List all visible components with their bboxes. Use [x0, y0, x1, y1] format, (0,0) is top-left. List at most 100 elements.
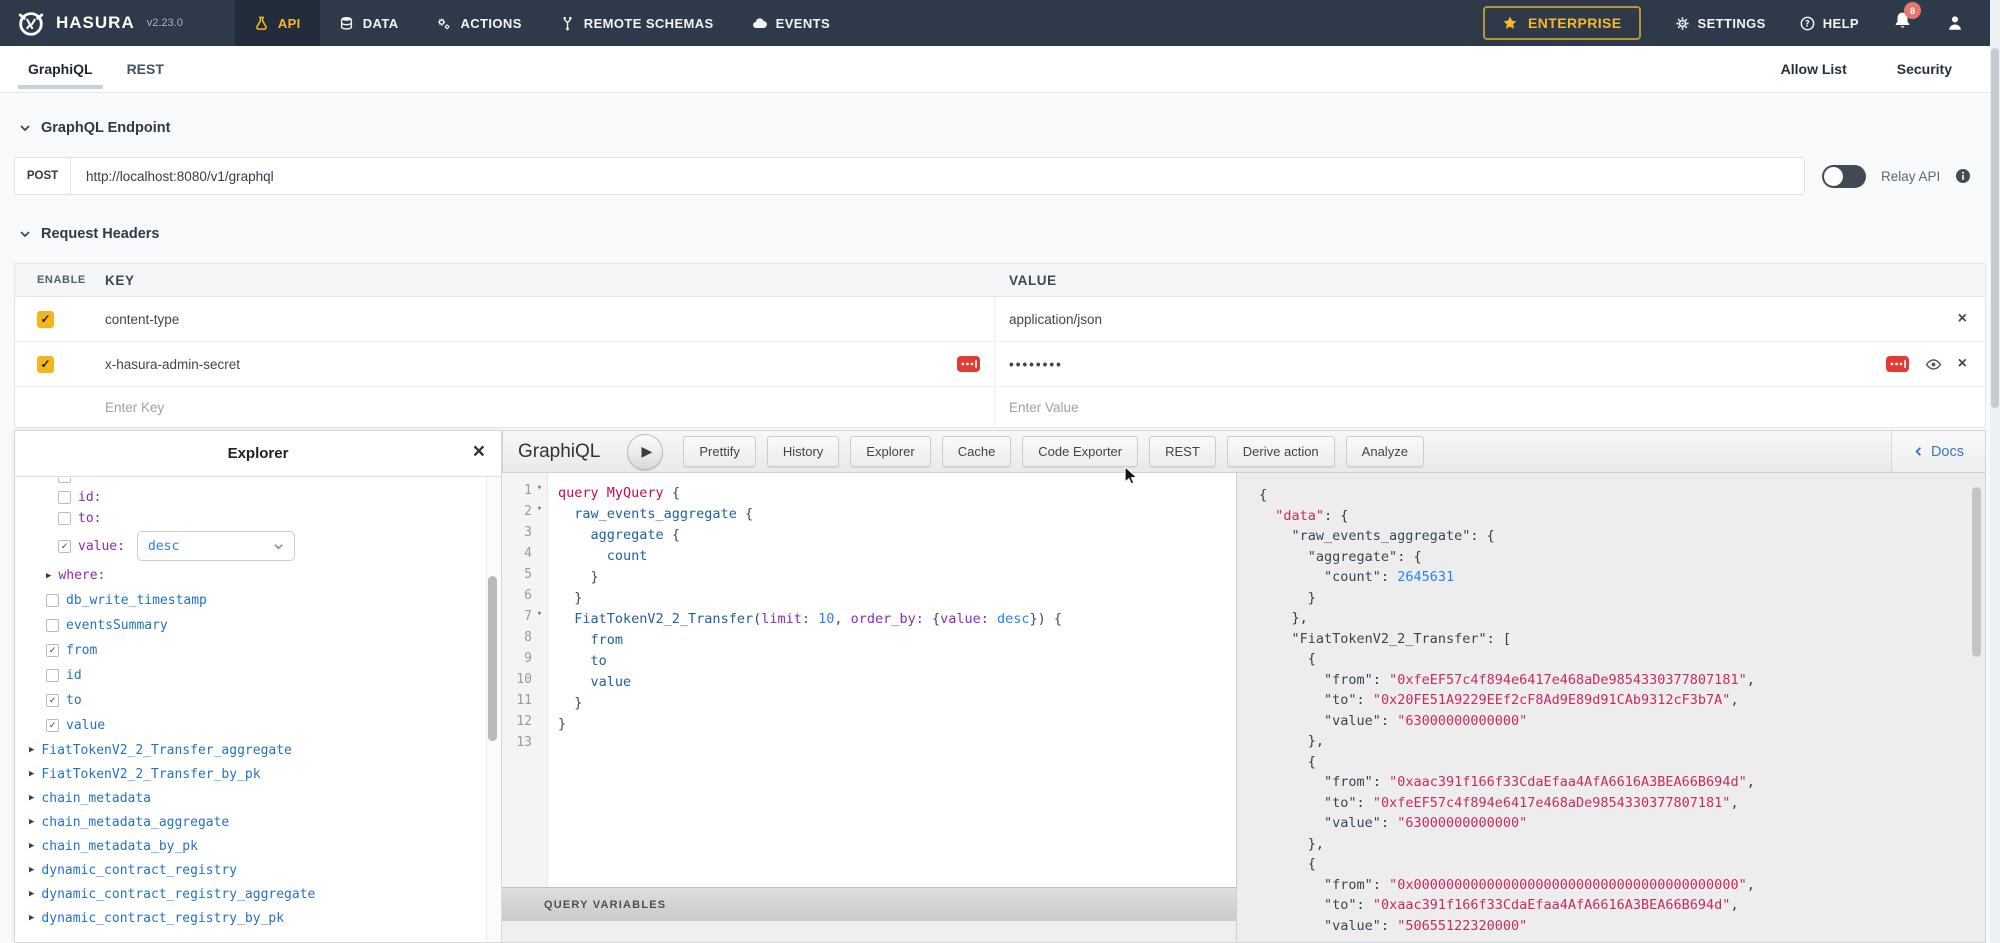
toolbar-button-code-exporter[interactable]: Code Exporter: [1022, 436, 1138, 467]
explorer-row-dynamic_contract_registry[interactable]: ▶dynamic_contract_registry: [15, 858, 485, 882]
explorer-row-id[interactable]: id:: [15, 487, 485, 508]
request-headers-header[interactable]: Request Headers: [0, 213, 2000, 242]
graphql-endpoint-header[interactable]: GraphQL Endpoint: [0, 93, 2000, 136]
expand-arrow-icon[interactable]: ▶: [29, 913, 34, 923]
relay-api-toggle[interactable]: [1822, 165, 1866, 188]
close-icon[interactable]: ×: [1958, 311, 1967, 327]
expand-arrow-icon[interactable]: ▶: [29, 745, 34, 755]
toolbar-button-analyze[interactable]: Analyze: [1346, 436, 1424, 467]
close-icon[interactable]: ×: [1958, 356, 1967, 372]
link-allow-list[interactable]: Allow List: [1781, 61, 1847, 77]
execute-query-button[interactable]: ▶: [627, 434, 663, 470]
nav-item-api[interactable]: API: [235, 0, 320, 46]
field-checkbox[interactable]: [46, 669, 59, 682]
key-cell[interactable]: content-type: [91, 297, 995, 341]
explorer-row-chain_metadata_by_pk[interactable]: ▶chain_metadata_by_pk: [15, 834, 485, 858]
expand-arrow-icon[interactable]: ▶: [29, 865, 34, 875]
toolbar-button-cache[interactable]: Cache: [942, 436, 1012, 467]
explorer-row-FiatTokenV2_2_Transfer_aggregate[interactable]: ▶FiatTokenV2_2_Transfer_aggregate: [15, 738, 485, 762]
link-security[interactable]: Security: [1897, 61, 1952, 77]
nav-item-events[interactable]: EVENTS: [733, 0, 849, 46]
close-icon[interactable]: ×: [473, 441, 485, 462]
explorer-row[interactable]: [15, 478, 485, 487]
query-editor[interactable]: 1▾2▾34567▾8910111213 query MyQuery { raw…: [502, 473, 1236, 942]
explorer-row-chain_metadata[interactable]: ▶chain_metadata: [15, 786, 485, 810]
value-cell[interactable]: ••••••••×: [995, 356, 1985, 373]
gears-icon: [436, 16, 451, 31]
line-number: 2▾: [502, 504, 547, 525]
chevron-down-icon: [19, 122, 31, 134]
value-cell[interactable]: application/json×: [995, 311, 1985, 327]
tab-graphiql[interactable]: GraphiQL: [24, 46, 97, 92]
field-checkbox[interactable]: ✓: [58, 540, 71, 553]
explorer-row-dynamic_contract_registry_aggregate[interactable]: ▶dynamic_contract_registry_aggregate: [15, 882, 485, 906]
field-checkbox[interactable]: ✓: [46, 644, 59, 657]
nav-item-remote-schemas[interactable]: REMOTE SCHEMAS: [541, 0, 733, 46]
field-checkbox[interactable]: [46, 619, 59, 632]
expand-arrow-icon[interactable]: ▶: [46, 571, 51, 581]
expand-arrow-icon[interactable]: ▶: [29, 817, 34, 827]
expand-arrow-icon[interactable]: ▶: [29, 769, 34, 779]
field-checkbox[interactable]: [58, 491, 71, 504]
toolbar-button-derive-action[interactable]: Derive action: [1227, 436, 1335, 467]
query-code-area[interactable]: 1▾2▾34567▾8910111213 query MyQuery { raw…: [502, 473, 1236, 887]
nav-right: ENTERPRISE SETTINGS ? HELP 8: [1483, 6, 1964, 40]
query-variables-editor[interactable]: [502, 921, 1236, 942]
explorer-row-to[interactable]: to:: [15, 508, 485, 529]
expand-arrow-icon[interactable]: ▶: [29, 793, 34, 803]
docs-button[interactable]: Docs: [1891, 431, 1985, 472]
toolbar-button-explorer[interactable]: Explorer: [850, 436, 930, 467]
value-cell[interactable]: Enter Value: [995, 400, 1985, 415]
explorer-row-db_write_timestamp[interactable]: db_write_timestamp: [15, 588, 485, 613]
field-checkbox[interactable]: ✓: [46, 694, 59, 707]
results-scrollbar-thumb[interactable]: [1972, 487, 1981, 657]
help-button[interactable]: ? HELP: [1800, 16, 1859, 31]
explorer-tree: id:to:✓value:desc▶where:db_write_timesta…: [15, 478, 485, 941]
settings-button[interactable]: SETTINGS: [1675, 16, 1766, 31]
field-checkbox[interactable]: [58, 478, 71, 483]
explorer-row-where[interactable]: ▶where:: [15, 563, 485, 588]
code-line: count: [558, 546, 1062, 567]
explorer-row-dynamic_contract_registry_by_pk[interactable]: ▶dynamic_contract_registry_by_pk: [15, 906, 485, 930]
result-line: "from": "0x00000000000000000000000000000…: [1259, 875, 1985, 896]
explorer-row-to[interactable]: ✓to: [15, 688, 485, 713]
explorer-row-value[interactable]: ✓value: [15, 713, 485, 738]
explorer-row-id[interactable]: id: [15, 663, 485, 688]
result-line: "to": "0x20FE51A9229EEf2cF8Ad9E89d91CAb9…: [1259, 690, 1985, 711]
explorer-row-eventsSummary[interactable]: eventsSummary: [15, 613, 485, 638]
query-variables-bar[interactable]: QUERY VARIABLES: [502, 887, 1236, 921]
explorer-label: id: [66, 668, 82, 683]
field-checkbox[interactable]: [58, 512, 71, 525]
enterprise-button[interactable]: ENTERPRISE: [1483, 6, 1640, 40]
toolbar-button-prettify[interactable]: Prettify: [683, 436, 755, 467]
field-checkbox[interactable]: ✓: [46, 719, 59, 732]
hasura-brand[interactable]: HASURA v2.23.0: [16, 8, 183, 38]
toolbar-button-history[interactable]: History: [767, 436, 839, 467]
brand-name: HASURA: [56, 13, 135, 33]
query-code[interactable]: query MyQuery { raw_events_aggregate { a…: [548, 473, 1062, 887]
enable-checkbox[interactable]: ✓: [37, 356, 54, 373]
expand-arrow-icon[interactable]: ▶: [29, 841, 34, 851]
user-avatar-icon[interactable]: [1946, 14, 1964, 32]
expand-arrow-icon[interactable]: ▶: [29, 889, 34, 899]
explorer-row-chain_metadata_aggregate[interactable]: ▶chain_metadata_aggregate: [15, 810, 485, 834]
field-checkbox[interactable]: [46, 594, 59, 607]
key-cell[interactable]: x-hasura-admin-secret: [91, 342, 995, 386]
info-icon[interactable]: [1955, 168, 1971, 184]
key-cell[interactable]: Enter Key: [91, 387, 995, 427]
enable-checkbox[interactable]: ✓: [37, 311, 54, 328]
notifications-button[interactable]: 8: [1893, 11, 1912, 35]
tab-rest[interactable]: REST: [123, 46, 168, 92]
explorer-scrollbar-thumb[interactable]: [488, 576, 497, 741]
explorer-row-FiatTokenV2_2_Transfer_by_pk[interactable]: ▶FiatTokenV2_2_Transfer_by_pk: [15, 762, 485, 786]
toolbar-button-rest[interactable]: REST: [1149, 436, 1216, 467]
sort-direction-select[interactable]: desc: [137, 531, 295, 561]
eye-icon[interactable]: [1925, 356, 1942, 373]
nav-item-data[interactable]: DATA: [320, 0, 418, 46]
explorer-row-value[interactable]: ✓value:desc: [15, 529, 485, 563]
page-scrollbar-thumb[interactable]: [1991, 48, 1999, 408]
nav-item-actions[interactable]: ACTIONS: [417, 0, 540, 46]
explorer-row-from[interactable]: ✓from: [15, 638, 485, 663]
query-variables-label: QUERY VARIABLES: [544, 899, 666, 911]
endpoint-url-input[interactable]: http://localhost:8080/v1/graphql: [71, 169, 1804, 184]
